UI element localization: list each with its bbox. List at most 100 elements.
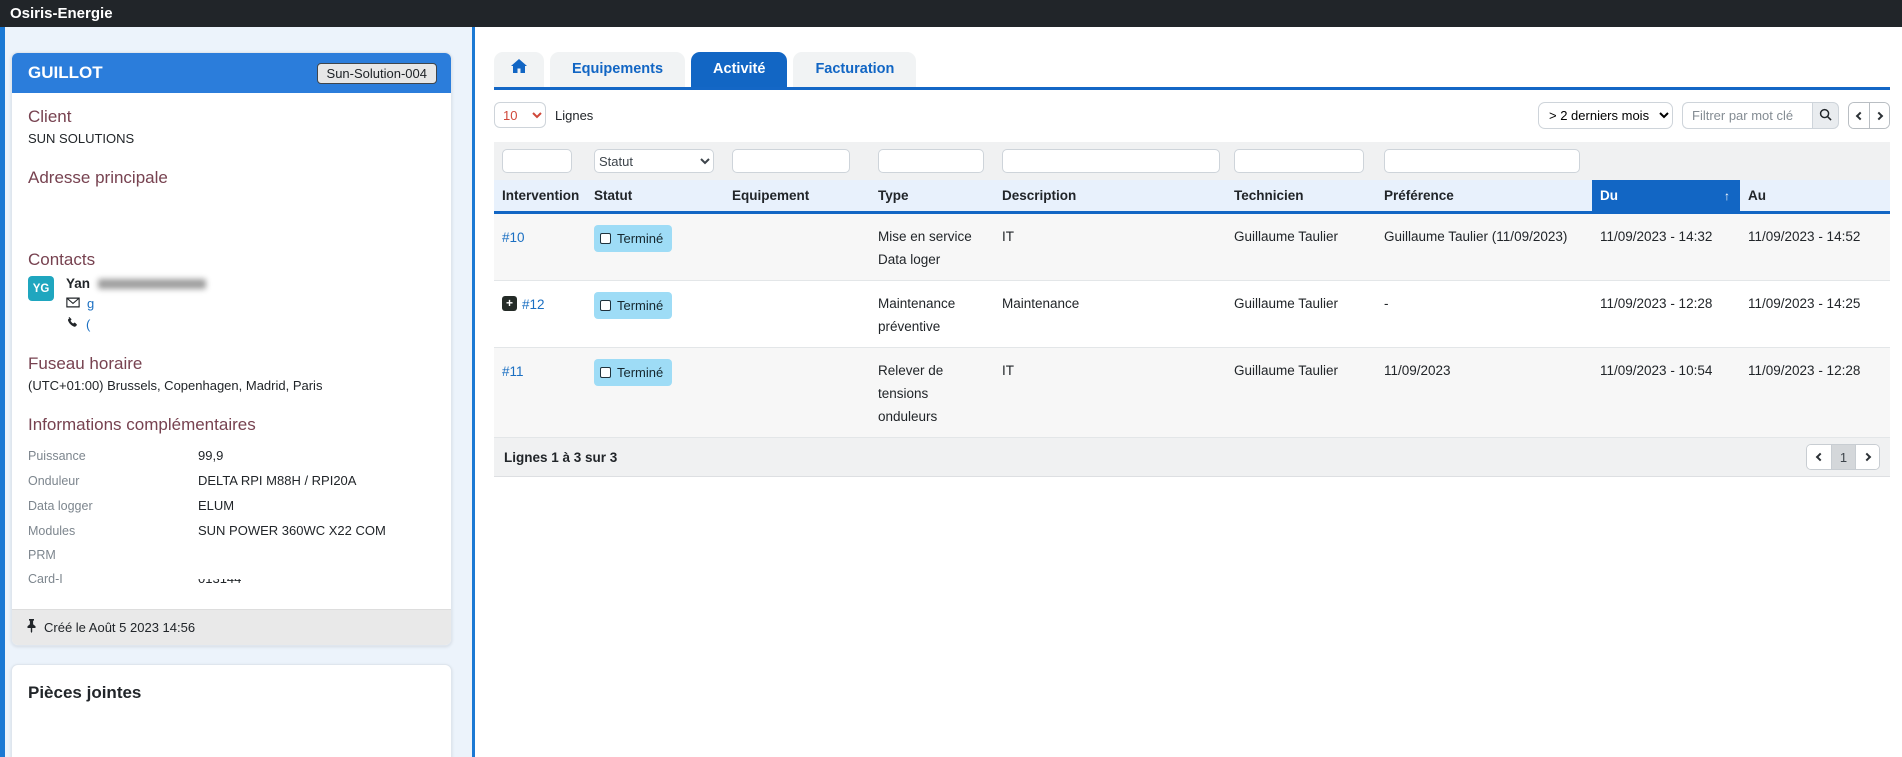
info-label: Puissance xyxy=(28,449,198,463)
tab-equipements[interactable]: Equipements xyxy=(550,52,685,87)
app-title: Osiris-Energie xyxy=(10,5,113,22)
period-filter-select[interactable]: > 2 derniers mois xyxy=(1538,102,1673,129)
address-redacted xyxy=(28,188,435,250)
table-row: #11 Terminé Relever de tensions onduleur… xyxy=(494,348,1890,438)
tab-facturation[interactable]: Facturation xyxy=(793,52,916,87)
controls-right: > 2 derniers mois xyxy=(1538,102,1890,129)
column-header-statut[interactable]: Statut xyxy=(586,180,724,211)
filter-input-intervention[interactable] xyxy=(502,149,572,173)
column-header-preference[interactable]: Préférence xyxy=(1376,180,1592,211)
contact-item: YG Yan g xyxy=(28,276,435,332)
attachments-title: Pièces jointes xyxy=(12,665,451,721)
keyword-filter-group xyxy=(1682,102,1839,129)
column-header-du[interactable]: Du ↑ xyxy=(1592,180,1740,211)
filter-input-preference[interactable] xyxy=(1384,149,1580,173)
previous-page-button[interactable] xyxy=(1807,445,1831,469)
contact-avatar: YG xyxy=(28,276,54,301)
envelope-icon xyxy=(66,296,80,311)
cell-technicien: Guillaume Taulier xyxy=(1226,348,1376,437)
previous-period-button[interactable] xyxy=(1849,103,1869,128)
contact-email-line: g xyxy=(66,296,206,311)
info-value: ELUM xyxy=(198,498,234,513)
page-size-select[interactable]: 10 xyxy=(494,102,546,128)
info-value: DELTA RPI M88H / RPI20A xyxy=(198,473,356,488)
chevron-right-icon xyxy=(1862,453,1870,461)
column-header-equipement[interactable]: Equipement xyxy=(724,180,870,211)
info-row: Puissance 99,9 xyxy=(28,443,435,468)
sort-asc-icon: ↑ xyxy=(1724,189,1730,203)
contact-details: Yan g ( xyxy=(66,276,206,332)
intervention-link[interactable]: #12 xyxy=(522,293,545,316)
cell-du: 11/09/2023 - 12:28 xyxy=(1592,281,1740,347)
info-label: PRM xyxy=(28,548,198,562)
cell-preference: Guillaume Taulier (11/09/2023) xyxy=(1376,214,1592,280)
cell-preference: - xyxy=(1376,281,1592,347)
client-section-heading: Client xyxy=(28,107,435,127)
client-card-footer: Créé le Août 5 2023 14:56 xyxy=(12,609,451,645)
info-row: Card-I 013144 xyxy=(28,567,435,593)
info-rows: Puissance 99,9 Onduleur DELTA RPI M88H /… xyxy=(28,443,435,593)
info-label: Data logger xyxy=(28,499,198,513)
filter-input-technicien[interactable] xyxy=(1234,149,1364,173)
client-card-title: GUILLOT xyxy=(28,63,103,83)
timezone-value: (UTC+01:00) Brussels, Copenhagen, Madrid… xyxy=(28,378,435,393)
contact-email-link[interactable]: g xyxy=(87,296,94,311)
filter-input-description[interactable] xyxy=(1002,149,1220,173)
cell-type: Maintenance préventive xyxy=(870,281,994,347)
keyword-filter-input[interactable] xyxy=(1682,102,1812,129)
status-badge: Terminé xyxy=(594,292,672,319)
table-row: #10 Terminé Mise en service Data loger I… xyxy=(494,214,1890,281)
info-row: Onduleur DELTA RPI M88H / RPI20A xyxy=(28,468,435,493)
pin-icon xyxy=(26,619,37,636)
cell-description: IT xyxy=(994,214,1226,280)
app-topbar: Osiris-Energie xyxy=(0,0,1902,27)
info-value: SUN POWER 360WC X22 COM xyxy=(198,523,386,538)
home-icon xyxy=(511,52,527,87)
tab-bar: Equipements Activité Facturation xyxy=(494,52,1890,90)
cell-au: 11/09/2023 - 14:25 xyxy=(1740,281,1890,347)
created-date: Créé le Août 5 2023 14:56 xyxy=(44,620,195,635)
client-card: GUILLOT Sun-Solution-004 Client SUN SOLU… xyxy=(11,52,452,646)
cell-description: IT xyxy=(994,348,1226,437)
column-header-type[interactable]: Type xyxy=(870,180,994,211)
contact-name: Yan xyxy=(66,276,206,291)
next-page-button[interactable] xyxy=(1855,445,1879,469)
filter-input-equipement[interactable] xyxy=(732,149,850,173)
period-nav-buttons xyxy=(1848,102,1890,129)
client-card-body: Client SUN SOLUTIONS Adresse principale … xyxy=(12,93,451,609)
intervention-link[interactable]: #10 xyxy=(502,226,525,249)
client-name: SUN SOLUTIONS xyxy=(28,131,435,146)
cell-technicien: Guillaume Taulier xyxy=(1226,281,1376,347)
pagination: 1 xyxy=(1806,444,1880,470)
cell-description: Maintenance xyxy=(994,281,1226,347)
page-number-button[interactable]: 1 xyxy=(1831,445,1855,469)
chevron-left-icon xyxy=(1856,111,1864,119)
column-header-description[interactable]: Description xyxy=(994,180,1226,211)
tab-activite[interactable]: Activité xyxy=(691,52,787,87)
status-square-icon xyxy=(600,300,611,311)
expand-row-button[interactable]: + xyxy=(502,296,517,311)
contact-phone-link[interactable]: ( xyxy=(86,317,90,332)
contact-phone-line: ( xyxy=(66,316,206,332)
status-badge: Terminé xyxy=(594,359,672,386)
filter-input-type[interactable] xyxy=(878,149,984,173)
column-header-au[interactable]: Au xyxy=(1740,180,1890,211)
intervention-link[interactable]: #11 xyxy=(502,360,524,383)
main-panel: Equipements Activité Facturation 10 Lign… xyxy=(475,27,1902,757)
cell-du: 11/09/2023 - 14:32 xyxy=(1592,214,1740,280)
next-period-button[interactable] xyxy=(1869,103,1889,128)
column-header-technicien[interactable]: Technicien xyxy=(1226,180,1376,211)
info-label: Card-I xyxy=(28,572,198,586)
tab-home[interactable] xyxy=(494,52,544,87)
chevron-left-icon xyxy=(1816,453,1824,461)
contacts-section-heading: Contacts xyxy=(28,250,435,270)
cell-du: 11/09/2023 - 10:54 xyxy=(1592,348,1740,437)
search-icon xyxy=(1819,108,1832,124)
timezone-section-heading: Fuseau horaire xyxy=(28,354,435,374)
filter-select-statut[interactable]: Statut xyxy=(594,149,714,173)
search-button[interactable] xyxy=(1812,102,1839,129)
column-header-intervention[interactable]: Intervention xyxy=(494,180,586,211)
cell-au: 11/09/2023 - 12:28 xyxy=(1740,348,1890,437)
site-reference-badge: Sun-Solution-004 xyxy=(317,63,437,84)
attachments-card: Pièces jointes xyxy=(11,664,452,757)
